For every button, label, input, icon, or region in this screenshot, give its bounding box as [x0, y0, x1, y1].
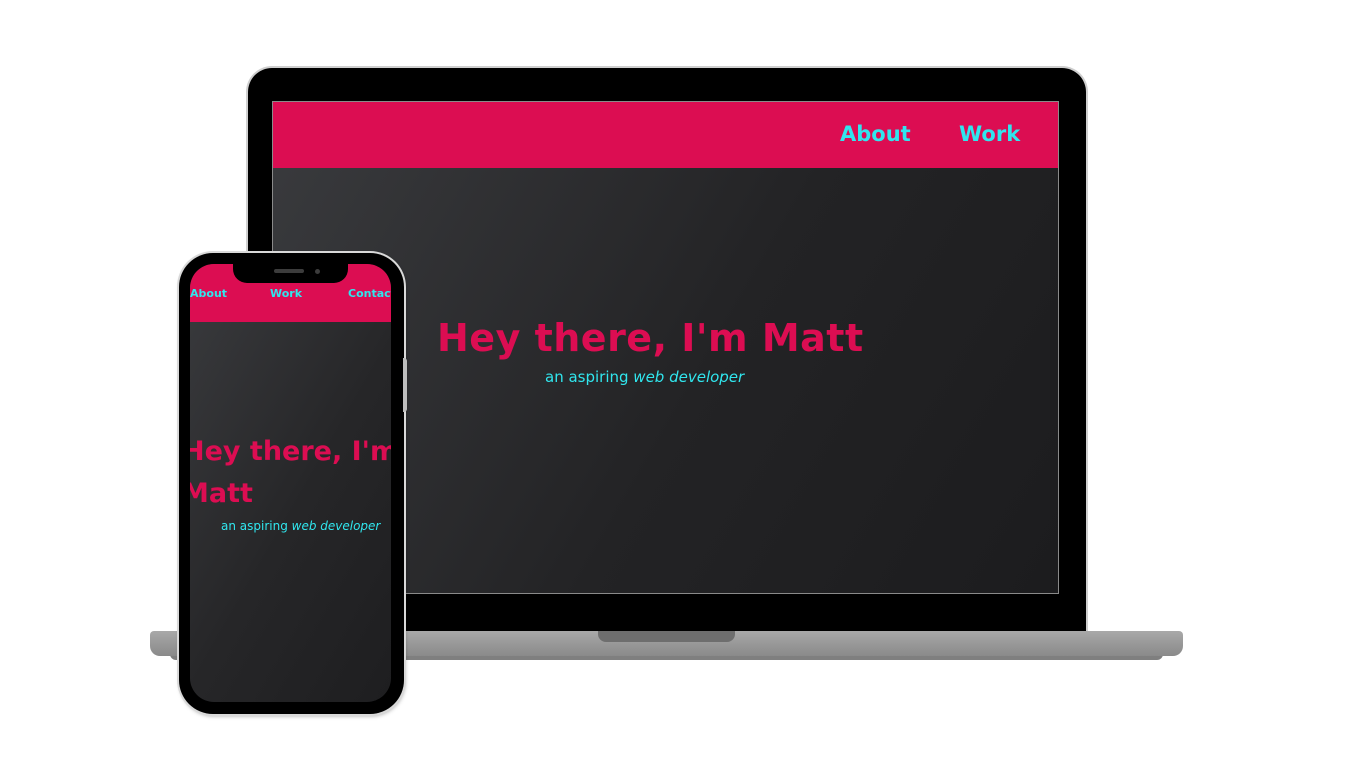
mobile-nav-about-link[interactable]: About — [190, 287, 227, 300]
phone-notch — [233, 264, 348, 283]
phone-side-button — [403, 358, 407, 412]
mobile-hero-subtitle-emphasis: web developer — [291, 519, 381, 533]
phone-speaker-icon — [274, 269, 304, 273]
mobile-hero-subtitle-prefix: an aspiring — [221, 519, 292, 533]
desktop-hero-subtitle: an aspiring web developer — [545, 368, 744, 386]
desktop-hero-subtitle-prefix: an aspiring — [545, 368, 634, 386]
mobile-nav-contact-link[interactable]: Contact — [348, 287, 391, 300]
laptop-trackpad-notch — [598, 631, 735, 642]
desktop-hero-title: Hey there, I'm Matt — [437, 316, 864, 360]
mobile-hero-title-line1: Hey there, I'm — [190, 436, 391, 467]
desktop-nav-work-link[interactable]: Work — [959, 122, 1020, 146]
mobile-hero-title-line2: Matt — [190, 478, 253, 509]
phone-camera-icon — [315, 269, 320, 274]
phone-screen: About Work Contact Hey there, I'm Matt a… — [190, 264, 391, 702]
desktop-hero-subtitle-emphasis: web developer — [633, 368, 745, 386]
device-mockup-stage: About Work Hey there, I'm Matt an aspiri… — [0, 0, 1366, 768]
mobile-nav-work-link[interactable]: Work — [270, 287, 302, 300]
desktop-navbar: About Work — [273, 102, 1058, 168]
desktop-nav-about-link[interactable]: About — [840, 122, 911, 146]
mobile-hero-subtitle: an aspiring web developer — [221, 519, 380, 533]
